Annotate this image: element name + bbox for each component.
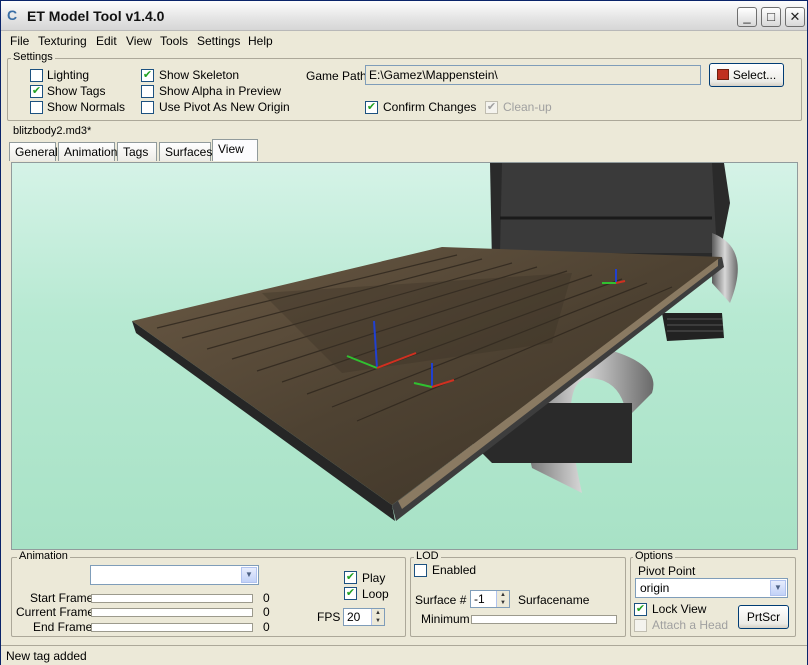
lod-group-label: LOD — [414, 550, 441, 562]
loop-label: Loop — [362, 587, 389, 601]
chevron-down-icon: ▼ — [241, 567, 257, 583]
end-frame-slider[interactable] — [91, 623, 253, 632]
tab-surfaces[interactable]: Surfaces — [159, 142, 212, 161]
start-frame-value: 0 — [263, 591, 270, 605]
game-path-field[interactable]: E:\Gamez\Mappenstein\ — [365, 65, 701, 85]
play-checkbox[interactable]: ✔ — [344, 571, 357, 584]
window-title: ET Model Tool v1.4.0 — [27, 8, 165, 24]
model-viewport[interactable] — [11, 162, 798, 550]
confirm-changes-checkbox[interactable]: ✔ — [365, 101, 378, 114]
show-alpha-checkbox[interactable] — [141, 85, 154, 98]
select-folder-icon — [716, 69, 729, 80]
status-bar: New tag added — [1, 645, 807, 665]
tab-view[interactable]: View — [212, 139, 258, 161]
lighting-label: Lighting — [47, 68, 90, 82]
menu-help[interactable]: Help — [248, 34, 273, 48]
current-frame-value: 0 — [263, 605, 270, 619]
current-frame-slider[interactable] — [91, 608, 253, 617]
lock-view-label: Lock View — [652, 602, 707, 616]
status-text: New tag added — [6, 649, 87, 663]
attach-head-label: Attach a Head — [652, 618, 729, 632]
use-pivot-label: Use Pivot As New Origin — [159, 100, 290, 114]
current-frame-label: Current Frame — [16, 605, 95, 619]
select-button[interactable]: Select... — [709, 63, 784, 87]
menu-view[interactable]: View — [126, 34, 152, 48]
tab-animation[interactable]: Animation — [58, 142, 117, 161]
lod-enabled-label: Enabled — [432, 563, 477, 577]
animation-select[interactable]: ▼ — [90, 565, 259, 585]
loop-checkbox[interactable]: ✔ — [344, 587, 357, 600]
surface-number-value: -1 — [474, 592, 485, 606]
end-frame-label: End Frame — [33, 620, 93, 634]
pivot-point-label: Pivot Point — [638, 564, 696, 578]
minimize-button[interactable]: _ — [737, 7, 757, 27]
attach-head-checkbox[interactable] — [634, 619, 647, 632]
minimum-label: Minimum — [421, 612, 470, 626]
chevron-down-icon: ▼ — [770, 580, 786, 596]
cleanup-checkbox[interactable]: ✔ — [485, 101, 498, 114]
confirm-changes-label: Confirm Changes — [383, 100, 477, 114]
surface-number-stepper[interactable]: -1 ▲ ▼ — [470, 590, 510, 608]
tab-general[interactable]: General — [9, 142, 58, 161]
pivot-point-value: origin — [640, 581, 670, 595]
title-bar[interactable]: C ET Model Tool v1.4.0 _ □ ✕ — [1, 1, 807, 31]
model-render — [132, 163, 738, 521]
lighting-checkbox[interactable] — [30, 69, 43, 82]
menu-settings[interactable]: Settings — [197, 34, 240, 48]
start-frame-label: Start Frame — [30, 591, 94, 605]
options-group-label: Options — [633, 550, 675, 562]
show-alpha-label: Show Alpha in Preview — [159, 84, 282, 98]
play-label: Play — [362, 571, 386, 585]
lock-view-checkbox[interactable]: ✔ — [634, 603, 647, 616]
minimum-slider[interactable] — [471, 615, 617, 624]
start-frame-slider[interactable] — [91, 594, 253, 603]
surfacename-label: Surfacename — [518, 593, 590, 607]
show-skeleton-checkbox[interactable]: ✔ — [141, 69, 154, 82]
model-name: blitzbody2.md3* — [13, 125, 92, 137]
select-button-label: Select... — [732, 68, 777, 82]
lod-enabled-checkbox[interactable] — [414, 564, 427, 577]
show-normals-checkbox[interactable] — [30, 101, 43, 114]
fps-value: 20 — [347, 610, 361, 624]
spin-updown-icon[interactable]: ▲ ▼ — [496, 591, 509, 607]
show-tags-checkbox[interactable]: ✔ — [30, 85, 43, 98]
maximize-button[interactable]: □ — [761, 7, 781, 27]
pivot-point-select[interactable]: origin ▼ — [635, 578, 788, 598]
menu-file[interactable]: File — [10, 34, 29, 48]
cleanup-label: Clean-up — [503, 100, 552, 114]
game-path-label: Game Path — [306, 69, 367, 83]
tab-tags[interactable]: Tags — [117, 142, 157, 161]
show-skeleton-label: Show Skeleton — [159, 68, 240, 82]
end-frame-value: 0 — [263, 620, 270, 634]
surface-number-label: Surface # — [415, 593, 467, 607]
show-tags-label: Show Tags — [47, 84, 106, 98]
menu-tools[interactable]: Tools — [160, 34, 188, 48]
prtscr-button[interactable]: PrtScr — [738, 605, 789, 629]
fps-stepper[interactable]: 20 ▲ ▼ — [343, 608, 385, 626]
settings-group-label: Settings — [11, 51, 55, 63]
animation-group-label: Animation — [17, 550, 70, 562]
menu-texturing[interactable]: Texturing — [38, 34, 87, 48]
close-button[interactable]: ✕ — [785, 7, 805, 27]
main-window: C ET Model Tool v1.4.0 _ □ ✕ File Textur… — [0, 0, 808, 665]
spin-updown-icon[interactable]: ▲ ▼ — [371, 609, 384, 625]
menu-edit[interactable]: Edit — [96, 34, 117, 48]
fps-label: FPS — [317, 610, 341, 624]
menu-bar: File Texturing Edit View Tools Settings … — [1, 31, 807, 51]
app-icon: C — [7, 7, 18, 23]
use-pivot-checkbox[interactable] — [141, 101, 154, 114]
show-normals-label: Show Normals — [47, 100, 126, 114]
